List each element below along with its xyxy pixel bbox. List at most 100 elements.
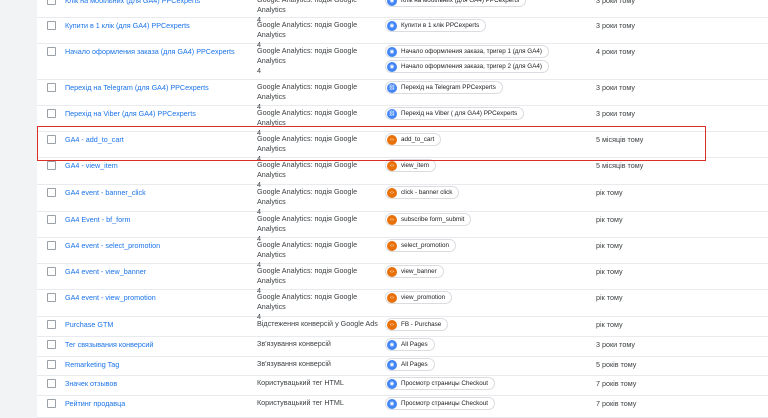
custom-event-icon: ‹› [387,319,397,330]
trigger-chip[interactable]: ‹› view_promotion [385,291,453,304]
table-row[interactable]: Перехід на Viber (для GA4) PPCexperts Goo… [37,106,768,137]
tag-name-link[interactable]: Значек отзывов [65,379,117,388]
last-edited: 3 роки тому [596,340,635,349]
trigger-chip[interactable]: ‹› subscribe form_submit [385,213,472,226]
tag-type-line: Google Analytics: подія Google Analytics [257,20,358,39]
tag-name-link[interactable]: GA4 event - view_promotion [65,293,156,302]
row-checkbox[interactable] [47,215,56,224]
link-icon: ⛓ [387,82,397,93]
tag-type: Google Analytics: подія Google Analytics… [257,46,387,76]
tag-type: Користувацький тег HTML [257,398,387,408]
row-checkbox[interactable] [47,293,56,302]
trigger-chip[interactable]: ◉ Купити в 1 клік PPCexperts [385,19,487,32]
trigger-chip[interactable]: ⛓ Перехід на Telegram PPCexperts [385,81,503,94]
table-row[interactable]: GA4 event - view_promotion Google Analyti… [37,290,768,321]
trigger-label: view_banner [401,268,437,275]
tag-type-line: Google Analytics: подія Google Analytics [257,134,358,153]
table-row[interactable]: GA4 event - view_banner Google Analytics:… [37,264,768,295]
tag-type-line: Google Analytics: подія Google Analytics [257,46,358,65]
tag-name-link[interactable]: Purchase GTM [65,320,113,329]
trigger-chip[interactable]: ‹› add_to_cart [385,133,442,146]
trigger-chip[interactable]: ◉ Просмотр страницы Checkout [385,377,496,390]
table-row[interactable]: Перехід на Telegram (для GA4) PPCexperts… [37,80,768,111]
row-checkbox[interactable] [47,360,56,369]
trigger-chip[interactable]: ‹› view_banner [385,265,444,278]
tag-type-line: Користувацький тег HTML [257,378,344,387]
tag-type-line: Google Analytics: подія Google Analytics [257,292,358,311]
trigger-chip[interactable]: ◉ Начало оформления заказа, тригер 2 (для… [385,60,550,73]
trigger-label: Купити в 1 клік PPCexperts [401,22,480,29]
eye-icon: ◉ [387,20,397,31]
eye-icon: ◉ [387,359,397,370]
trigger-chip[interactable]: ◉ Начало оформления заказа, тригер 1 (для… [385,45,550,58]
link-icon: ⛓ [387,108,397,119]
row-checkbox[interactable] [47,241,56,250]
custom-event-icon: ‹› [387,240,397,251]
tag-name-link[interactable]: GA4 event - select_promotion [65,241,160,250]
last-edited: рік тому [596,241,623,250]
row-checkbox[interactable] [47,340,56,349]
trigger-chip[interactable]: ‹› view_item [385,159,436,172]
row-checkbox[interactable] [47,379,56,388]
table-row[interactable]: Тег связывания конверсий Зв'язування конв… [37,337,768,357]
tag-name-link[interactable]: GA4 - view_item [65,161,118,170]
table-row[interactable]: GA4 - view_item Google Analytics: подія G… [37,158,768,189]
eye-icon: ◉ [387,46,397,57]
row-checkbox[interactable] [47,109,56,118]
tag-name-link[interactable]: Тег связывания конверсий [65,340,153,349]
trigger-label: click - banner click [401,189,453,196]
table-row[interactable]: GA4 event - banner_click Google Analytics… [37,185,768,216]
table-row[interactable]: Купити в 1 клік (для GA4) PPCexperts Goog… [37,18,768,49]
table-row[interactable]: GA4 Event - bf_form Google Analytics: под… [37,212,768,243]
last-edited: 7 років тому [596,379,637,388]
row-checkbox[interactable] [47,21,56,30]
row-checkbox[interactable] [47,267,56,276]
trigger-chip[interactable]: ‹› select_promotion [385,239,456,252]
row-checkbox[interactable] [47,188,56,197]
trigger-chip[interactable]: ⛓ Перехід на Viber ( для GA4) PPCexperts [385,107,525,120]
last-edited: 5 місяців тому [596,135,644,144]
row-checkbox[interactable] [47,399,56,408]
tag-name-link[interactable]: Перехід на Telegram (для GA4) PPCexperts [65,83,209,92]
row-checkbox[interactable] [47,135,56,144]
tag-name-link[interactable]: Перехід на Viber (для GA4) PPCexperts [65,109,196,118]
row-checkbox[interactable] [47,161,56,170]
tag-name-link[interactable]: Рейтинг продавца [65,399,125,408]
tag-name-link[interactable]: Начало оформления заказа (для GA4) PPCex… [65,47,235,56]
last-edited: 7 років тому [596,399,637,408]
tag-type-line: Google Analytics: подія Google Analytics [257,108,358,127]
table-row[interactable]: Начало оформления заказа (для GA4) PPCex… [37,44,768,80]
trigger-chip[interactable]: ‹› FB - Purchase [385,318,449,331]
tag-name-link[interactable]: GA4 - add_to_cart [65,135,124,144]
tags-table: Клік на мобільних (для GA4) PPCexperts Go… [37,0,768,418]
trigger-chip[interactable]: ◉ All Pages [385,358,435,371]
table-row[interactable]: Purchase GTM Відстеження конверсій у Goog… [37,317,768,337]
trigger-chip[interactable]: ◉ Клік на мобільних (для GA4) PPCexperts [385,0,527,7]
table-row[interactable]: Рейтинг продавца Користувацький тег HTML ◉… [37,396,768,418]
tag-type-line: Зв'язування конверсій [257,359,331,368]
tag-type-line: Google Analytics: подія Google Analytics [257,0,357,14]
tag-name-link[interactable]: GA4 Event - bf_form [65,215,131,224]
table-row[interactable]: Значек отзывов Користувацький тег HTML ◉ Пр… [37,376,768,396]
eye-icon: ◉ [387,398,397,409]
tag-type-line: 4 [257,66,261,75]
tag-name-link[interactable]: GA4 event - view_banner [65,267,146,276]
table-row[interactable]: Remarketing Tag Зв'язування конверсій ◉ All… [37,357,768,376]
tag-name-link[interactable]: Клік на мобільних (для GA4) PPCexperts [65,0,200,5]
table-row[interactable]: GA4 - add_to_cart Google Analytics: подія… [37,132,768,163]
tag-name-link[interactable]: Купити в 1 клік (для GA4) PPCexperts [65,21,190,30]
trigger-label: Клік на мобільних (для GA4) PPCexperts [401,0,520,4]
tag-name-link[interactable]: Remarketing Tag [65,360,119,369]
row-checkbox[interactable] [47,83,56,92]
row-checkbox[interactable] [47,47,56,56]
row-checkbox[interactable] [47,0,56,5]
row-checkbox[interactable] [47,320,56,329]
table-row[interactable]: GA4 event - select_promotion Google Analy… [37,238,768,269]
table-row[interactable]: Клік на мобільних (для GA4) PPCexperts Go… [37,0,768,24]
last-edited: 3 роки тому [596,21,635,30]
trigger-chip[interactable]: ‹› click - banner click [385,186,460,199]
trigger-chip[interactable]: ◉ Просмотр страницы Checkout [385,397,496,410]
trigger-chip[interactable]: ◉ All Pages [385,338,435,351]
trigger-label: view_item [401,162,429,169]
tag-name-link[interactable]: GA4 event - banner_click [65,188,146,197]
